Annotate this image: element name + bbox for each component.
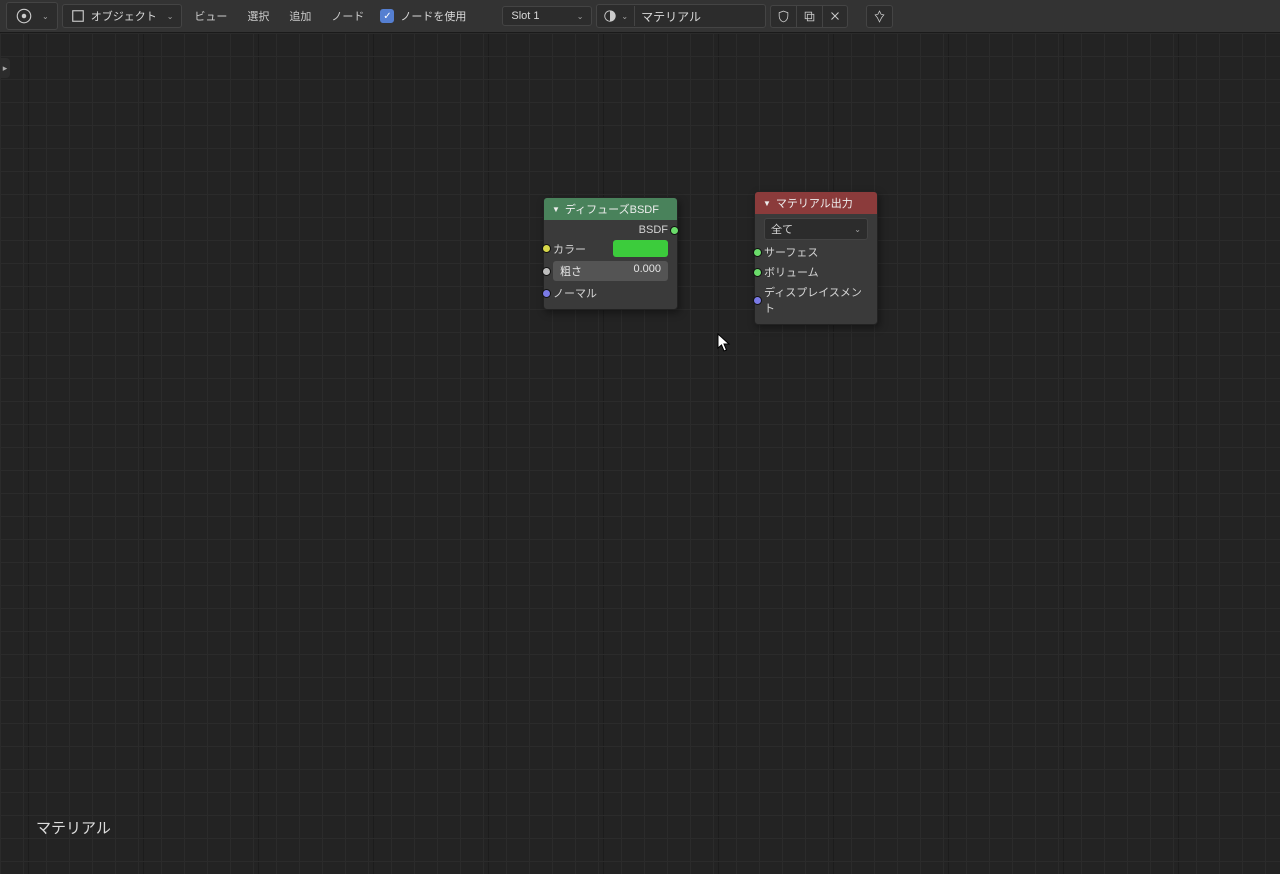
node-body: 全て ⌄ サーフェス ボリューム ディスプレイスメント [755, 214, 877, 324]
output-bsdf: BSDF [547, 222, 674, 238]
node-material-output[interactable]: ▼ マテリアル出力 全て ⌄ サーフェス ボリューム ディスプレイスメント [754, 191, 878, 325]
input-socket-normal[interactable] [542, 289, 551, 298]
use-nodes-label: ノードを使用 [400, 8, 466, 24]
input-normal: ノーマル [547, 283, 674, 303]
toolbar-expand-handle[interactable]: ▸ [0, 58, 10, 78]
input-color: カラー [547, 238, 674, 259]
input-displacement: ディスプレイスメント [758, 282, 874, 318]
mode-label: オブジェクト [91, 8, 157, 24]
socket-label: カラー [553, 241, 586, 257]
new-material-button[interactable] [796, 5, 822, 28]
socket-label: ディスプレイスメント [764, 284, 868, 316]
field-value: 0.000 [633, 263, 661, 279]
material-name-input[interactable] [635, 5, 765, 27]
chevron-down-icon: ⌄ [167, 12, 174, 21]
close-icon [829, 10, 841, 22]
editor-type-selector[interactable]: ⌄ [6, 2, 58, 30]
input-socket-displacement[interactable] [753, 296, 762, 305]
chevron-down-icon: ⌄ [577, 12, 584, 21]
shading-mode-dropdown[interactable]: オブジェクト ⌄ [62, 4, 183, 28]
node-title: マテリアル出力 [776, 195, 853, 211]
menu-node[interactable]: ノード [323, 4, 372, 28]
slot-label: Slot 1 [511, 10, 539, 22]
active-material-label: マテリアル [36, 817, 111, 838]
use-nodes-checkbox[interactable]: ✓ [380, 9, 394, 23]
node-body: BSDF カラー 粗さ 0.000 ノーマル [544, 220, 677, 309]
output-socket-bsdf[interactable] [670, 226, 679, 235]
collapse-icon: ▼ [763, 199, 771, 208]
input-socket-roughness[interactable] [542, 267, 551, 276]
roughness-field[interactable]: 粗さ 0.000 [553, 261, 668, 281]
node-header[interactable]: ▼ マテリアル出力 [755, 192, 877, 214]
socket-label: BSDF [639, 224, 668, 236]
material-icon [603, 9, 617, 23]
chevron-down-icon: ⌄ [42, 12, 49, 21]
material-datablock: ⌄ [596, 4, 766, 28]
chevron-down-icon: ⌄ [854, 225, 861, 234]
field-label: 粗さ [560, 263, 582, 279]
node-title: ディフューズBSDF [565, 201, 659, 217]
menu-select[interactable]: 選択 [239, 4, 277, 28]
menu-add[interactable]: 追加 [281, 4, 319, 28]
fake-user-button[interactable] [770, 5, 796, 28]
input-volume: ボリューム [758, 262, 874, 282]
socket-label: ノーマル [553, 285, 597, 301]
input-socket-volume[interactable] [753, 268, 762, 277]
socket-label: ボリューム [764, 264, 819, 280]
duplicate-icon [803, 10, 816, 23]
material-slot-dropdown[interactable]: Slot 1 ⌄ [502, 6, 592, 26]
mouse-cursor-icon [717, 333, 731, 353]
color-swatch[interactable] [613, 240, 668, 257]
output-target-row: 全て ⌄ [758, 216, 874, 242]
target-label: 全て [771, 221, 793, 237]
input-roughness: 粗さ 0.000 [547, 259, 674, 283]
pin-icon [873, 10, 886, 23]
socket-label: サーフェス [764, 244, 818, 260]
shader-editor-header: ⌄ オブジェクト ⌄ ビュー 選択 追加 ノード ✓ ノードを使用 Slot 1… [0, 0, 1280, 33]
node-header[interactable]: ▼ ディフューズBSDF [544, 198, 677, 220]
material-browse-button[interactable]: ⌄ [597, 6, 635, 26]
input-socket-color[interactable] [542, 244, 551, 253]
node-editor-canvas[interactable]: ▸ ▼ ディフューズBSDF BSDF カラー 粗さ 0.000 [0, 33, 1280, 874]
pin-button[interactable] [866, 5, 893, 28]
menu-view[interactable]: ビュー [186, 4, 235, 28]
collapse-icon: ▼ [552, 205, 560, 214]
shield-icon [777, 10, 790, 23]
unlink-material-button[interactable] [822, 5, 848, 28]
object-mode-icon [71, 9, 85, 23]
shader-editor-icon [15, 7, 33, 25]
input-surface: サーフェス [758, 242, 874, 262]
input-socket-surface[interactable] [753, 248, 762, 257]
node-diffuse-bsdf[interactable]: ▼ ディフューズBSDF BSDF カラー 粗さ 0.000 [543, 197, 678, 310]
output-target-dropdown[interactable]: 全て ⌄ [764, 218, 868, 240]
chevron-down-icon: ⌄ [621, 12, 628, 21]
